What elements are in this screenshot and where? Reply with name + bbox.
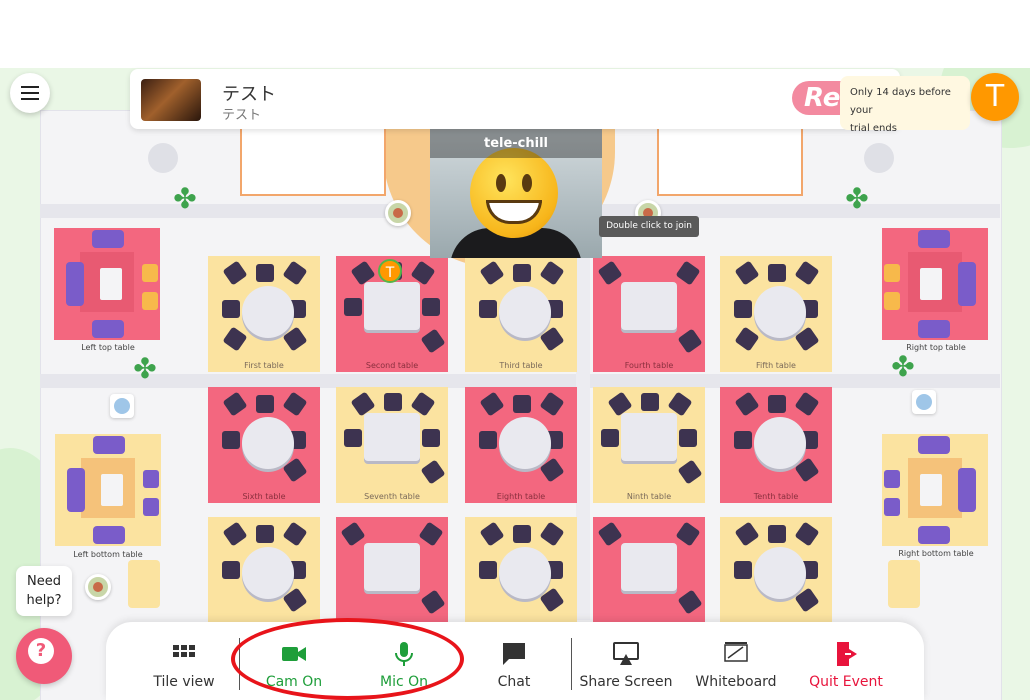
seat-pad-icon[interactable] xyxy=(85,574,111,600)
table-row3-2[interactable] xyxy=(336,517,448,633)
join-tooltip: Double click to join xyxy=(599,216,699,237)
side-table-right-bottom[interactable] xyxy=(882,434,988,546)
bench xyxy=(888,560,920,608)
tile-view-label: Tile view xyxy=(153,674,215,690)
video-tile[interactable]: tele-chill xyxy=(430,128,602,258)
side-table-label: Left bottom table xyxy=(73,550,143,559)
trial-notice: Only 14 days before your trial ends xyxy=(840,76,970,134)
side-table-label: Right top table xyxy=(906,343,966,352)
hamburger-menu-button[interactable] xyxy=(10,73,50,113)
whiteboard-button[interactable]: Whiteboard xyxy=(686,636,786,696)
side-table-right-top[interactable] xyxy=(882,228,988,340)
table-label: Third table xyxy=(499,361,543,370)
user-avatar[interactable]: T xyxy=(971,73,1019,121)
tile-view-button[interactable]: Tile view xyxy=(134,636,234,696)
trial-line-2: trial ends xyxy=(850,123,897,134)
share-screen-button[interactable]: Share Screen xyxy=(576,636,676,696)
grid-icon xyxy=(173,645,195,657)
stage-screen-right xyxy=(657,128,803,196)
grinning-face-icon xyxy=(470,148,558,238)
trial-line-1: Only 14 days before your xyxy=(850,87,951,116)
table-label: Seventh table xyxy=(364,492,420,501)
help-question-icon: ? xyxy=(28,638,54,664)
lamp-icon xyxy=(148,143,178,173)
event-thumbnail xyxy=(141,79,201,121)
side-table-left-top[interactable] xyxy=(54,228,160,340)
table-row3-1[interactable] xyxy=(208,517,320,633)
user-avatar-marker[interactable]: T xyxy=(378,259,402,283)
event-header: テスト テスト Re xyxy=(130,69,900,129)
highlight-ellipse xyxy=(231,618,464,700)
quit-event-label: Quit Event xyxy=(809,674,883,690)
toolbar-divider xyxy=(571,638,572,690)
aisle xyxy=(576,250,590,620)
help-bubble: Need help? xyxy=(16,566,72,616)
stage-screen-left xyxy=(240,128,386,196)
water-dispenser-icon xyxy=(110,394,134,418)
whiteboard-icon xyxy=(724,642,748,662)
chat-bubble-icon xyxy=(503,643,525,665)
lamp-icon xyxy=(864,143,894,173)
seat-pad-icon[interactable] xyxy=(385,200,411,226)
table-label: Second table xyxy=(365,361,419,370)
aisle xyxy=(40,374,1000,388)
bench xyxy=(128,560,160,608)
side-table-label: Right bottom table xyxy=(898,549,974,558)
table-tenth[interactable]: Tenth table xyxy=(720,387,832,503)
table-eighth[interactable]: Eighth table xyxy=(465,387,577,503)
screen-share-icon xyxy=(613,642,639,665)
whiteboard-label: Whiteboard xyxy=(695,674,777,690)
table-label: First table xyxy=(244,361,284,370)
table-label: Eighth table xyxy=(496,492,546,501)
help-button[interactable]: ? xyxy=(16,628,72,684)
video-participant-name: tele-chill xyxy=(430,128,602,158)
table-fifth[interactable]: Fifth table xyxy=(720,256,832,372)
quit-event-button[interactable]: Quit Event xyxy=(796,636,896,696)
table-first[interactable]: First table xyxy=(208,256,320,372)
water-dispenser-icon xyxy=(912,390,936,414)
table-row3-4[interactable] xyxy=(593,517,705,633)
plant-icon: ✤ xyxy=(133,352,157,385)
side-table-label: Left top table xyxy=(81,343,135,352)
help-line-1: Need xyxy=(27,574,61,589)
side-table-left-bottom[interactable] xyxy=(55,434,161,546)
table-row3-5[interactable] xyxy=(720,517,832,633)
plant-icon: ✤ xyxy=(845,182,869,215)
plant-icon: ✤ xyxy=(891,350,915,383)
table-label: Fifth table xyxy=(756,361,796,370)
table-seventh[interactable]: Seventh table xyxy=(336,387,448,503)
table-label: Ninth table xyxy=(626,492,672,501)
share-screen-label: Share Screen xyxy=(579,674,673,690)
plant-icon: ✤ xyxy=(173,182,197,215)
table-label: Sixth table xyxy=(242,492,286,501)
table-label: Fourth table xyxy=(624,361,674,370)
table-label: Tenth table xyxy=(753,492,799,501)
table-sixth[interactable]: Sixth table xyxy=(208,387,320,503)
help-line-2: help? xyxy=(26,593,62,608)
event-title: テスト xyxy=(222,84,276,105)
table-row3-3[interactable] xyxy=(465,517,577,633)
table-fourth[interactable]: Fourth table xyxy=(593,256,705,372)
bottom-toolbar: Tile view Cam On Mic On Chat Share Scree… xyxy=(106,622,924,700)
table-ninth[interactable]: Ninth table xyxy=(593,387,705,503)
table-third[interactable]: Third table xyxy=(465,256,577,372)
exit-door-icon xyxy=(837,642,857,666)
event-subtitle: テスト xyxy=(222,108,262,123)
chat-label: Chat xyxy=(497,674,531,690)
chat-button[interactable]: Chat xyxy=(464,636,564,696)
